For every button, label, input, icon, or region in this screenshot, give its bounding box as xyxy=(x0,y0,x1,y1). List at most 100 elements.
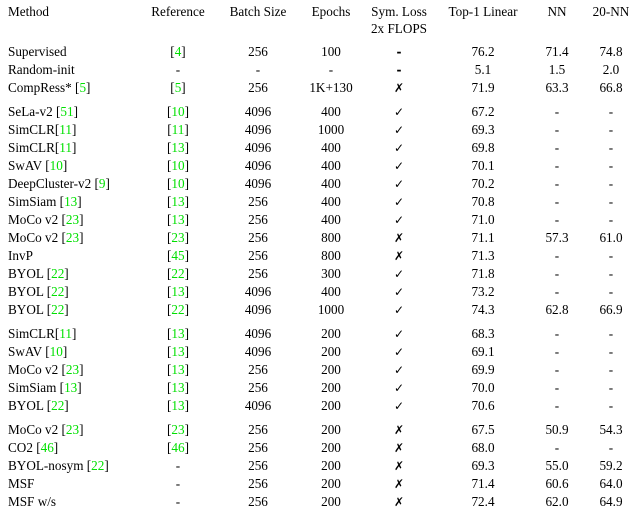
cell-ref: [13] xyxy=(167,212,189,227)
cell-nn: - xyxy=(554,248,560,263)
table-row: SimSiam [13] [13] 256 400 ✓ 70.8 - - xyxy=(0,193,640,211)
table-row: SimCLR[11] [13] 4096 400 ✓ 69.8 - - xyxy=(0,139,640,157)
cell-nn: - xyxy=(554,440,560,455)
cell-ref: [22] xyxy=(167,302,189,317)
cell-ref: [4] xyxy=(170,44,186,59)
cell-method: CompRess* [5] xyxy=(8,80,91,95)
cell-ref: [11] xyxy=(167,122,189,137)
cell-sym: ✗ xyxy=(364,475,434,493)
cell-top1: 68.0 xyxy=(471,440,495,455)
cell-nn20: 66.8 xyxy=(599,80,623,95)
cell-sym: ✓ xyxy=(364,265,434,283)
cell-method: SwAV [10] xyxy=(8,158,68,173)
cell-top1: 69.1 xyxy=(471,344,495,359)
table-row: InvP [45] 256 800 ✗ 71.3 - - xyxy=(0,247,640,265)
cell-sym: ✓ xyxy=(364,139,434,157)
cell-nn: 60.6 xyxy=(545,476,569,491)
cell-nn: - xyxy=(554,344,560,359)
cell-method: BYOL [22] xyxy=(8,302,69,317)
cell-top1: 72.4 xyxy=(471,494,495,509)
cell-epochs: 200 xyxy=(321,380,341,395)
cell-sym: ✗ xyxy=(364,229,434,247)
cell-batch: 4096 xyxy=(244,140,272,155)
cell-epochs: 200 xyxy=(321,422,341,437)
cell-epochs: 400 xyxy=(321,194,341,209)
table-row: Supervised [4] 256 100 - 76.2 71.4 74.8 xyxy=(0,43,640,61)
cell-sym: ✓ xyxy=(364,175,434,193)
column-header-method: Method xyxy=(8,4,50,19)
cell-epochs: 200 xyxy=(321,440,341,455)
cell-nn20: - xyxy=(608,398,614,413)
column-header-epochs: Epochs xyxy=(311,4,351,19)
cell-method: InvP xyxy=(8,248,33,263)
cell-sym: ✓ xyxy=(364,211,434,229)
cell-method: MoCo v2 [23] xyxy=(8,422,84,437)
cross-icon: ✗ xyxy=(393,441,405,455)
table-row: CO2 [46] [46] 256 200 ✗ 68.0 - - xyxy=(0,439,640,457)
cell-sym: - xyxy=(364,61,434,79)
table-row: SimCLR[11] [11] 4096 1000 ✓ 69.3 - - xyxy=(0,121,640,139)
cell-nn: 62.0 xyxy=(545,494,569,509)
cell-top1: 71.0 xyxy=(471,212,495,227)
column-header-batch: Batch Size xyxy=(229,4,287,19)
table-row: MoCo v2 [23] [13] 256 400 ✓ 71.0 - - xyxy=(0,211,640,229)
cell-sym: ✓ xyxy=(364,121,434,139)
cell-method: MoCo v2 [23] xyxy=(8,212,84,227)
cell-method: Supervised xyxy=(8,44,67,59)
cell-top1: 69.9 xyxy=(471,362,495,377)
table-header-row: Method Reference Batch Size Epochs Sym. Loss… xyxy=(0,3,640,20)
cell-nn20: - xyxy=(608,380,614,395)
cell-nn20: 64.9 xyxy=(599,494,623,509)
cell-top1: 69.3 xyxy=(471,458,495,473)
cell-nn: - xyxy=(554,194,560,209)
cell-ref: [13] xyxy=(167,284,189,299)
cell-top1: 71.3 xyxy=(471,248,495,263)
table-row: MoCo v2 [23] [13] 256 200 ✓ 69.9 - - xyxy=(0,361,640,379)
cell-ref: [10] xyxy=(167,158,189,173)
cell-nn20: - xyxy=(608,344,614,359)
table-row: SimCLR[11] [13] 4096 200 ✓ 68.3 - - xyxy=(0,325,640,343)
cell-nn20: - xyxy=(608,212,614,227)
cell-nn20: - xyxy=(608,104,614,119)
table-row: DeepCluster-v2 [9] [10] 4096 400 ✓ 70.2 - - xyxy=(0,175,640,193)
cell-method: MoCo v2 [23] xyxy=(8,230,84,245)
cell-nn: - xyxy=(554,122,560,137)
column-header-sub-method xyxy=(0,20,138,37)
cell-nn: - xyxy=(554,176,560,191)
cross-icon: ✗ xyxy=(393,477,405,491)
cross-icon: ✗ xyxy=(393,249,405,263)
dash-icon: - xyxy=(396,45,402,59)
cell-batch: 256 xyxy=(248,266,268,281)
cell-batch: 256 xyxy=(248,230,268,245)
cell-nn20: 61.0 xyxy=(599,230,623,245)
cell-sym: ✓ xyxy=(364,283,434,301)
check-icon: ✓ xyxy=(393,327,405,341)
cell-top1: 70.1 xyxy=(471,158,495,173)
cell-batch: 256 xyxy=(248,380,268,395)
cell-ref: [10] xyxy=(167,176,189,191)
check-icon: ✓ xyxy=(393,159,405,173)
cross-icon: ✗ xyxy=(393,423,405,437)
cross-icon: ✗ xyxy=(393,459,405,473)
check-icon: ✓ xyxy=(393,285,405,299)
cell-nn: - xyxy=(554,140,560,155)
cell-nn: 1.5 xyxy=(548,62,566,77)
cell-batch: 4096 xyxy=(244,158,272,173)
table-row: MoCo v2 [23] [23] 256 800 ✗ 71.1 57.3 61.0 xyxy=(0,229,640,247)
cell-epochs: 200 xyxy=(321,494,341,509)
cell-nn: - xyxy=(554,398,560,413)
check-icon: ✓ xyxy=(393,105,405,119)
cell-sym: ✓ xyxy=(364,361,434,379)
cell-sym: ✗ xyxy=(364,493,434,511)
table-row: SimSiam [13] [13] 256 200 ✓ 70.0 - - xyxy=(0,379,640,397)
table-row: BYOL [22] [13] 4096 200 ✓ 70.6 - - xyxy=(0,397,640,415)
cell-batch: 256 xyxy=(248,80,268,95)
cell-nn: - xyxy=(554,158,560,173)
cell-top1: 71.1 xyxy=(471,230,495,245)
cell-method: SimCLR[11] xyxy=(8,326,77,341)
cell-epochs: 800 xyxy=(321,230,341,245)
cell-method: BYOL [22] xyxy=(8,398,69,413)
table-row: MSF w/s - 256 200 ✗ 72.4 62.0 64.9 xyxy=(0,493,640,511)
cell-nn20: 54.3 xyxy=(599,422,623,437)
cell-nn20: 66.9 xyxy=(599,302,623,317)
